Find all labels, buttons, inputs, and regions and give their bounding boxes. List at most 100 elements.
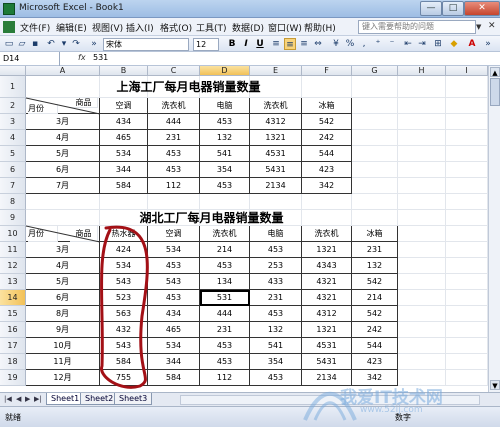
cell[interactable] [398, 162, 446, 178]
cell[interactable] [26, 194, 100, 210]
cell[interactable] [446, 354, 488, 370]
table2-value[interactable]: 453 [148, 258, 200, 274]
cell[interactable] [446, 338, 488, 354]
cell[interactable] [352, 130, 398, 146]
table1-value[interactable]: 453 [200, 178, 250, 194]
font-select[interactable]: 宋体 [103, 38, 189, 51]
table2-value[interactable]: 534 [100, 258, 148, 274]
menu-window[interactable]: 窗口(W) [268, 21, 302, 34]
column-header-d[interactable]: D [200, 66, 250, 76]
cell[interactable] [446, 76, 488, 98]
table1-value[interactable]: 434 [100, 114, 148, 130]
help-dropdown-icon[interactable]: ▼ [476, 20, 485, 34]
table2-value[interactable]: 231 [250, 290, 302, 306]
table2-value[interactable]: 543 [148, 274, 200, 290]
table2-value[interactable]: 544 [352, 338, 398, 354]
table1-value[interactable]: 1321 [250, 130, 302, 146]
formula-input[interactable]: 531 [93, 53, 108, 62]
last-sheet-icon[interactable]: ▶| [34, 395, 42, 403]
table1-value[interactable]: 5431 [250, 162, 302, 178]
table2-month[interactable]: 5月 [26, 274, 100, 290]
row-header-11[interactable]: 11 [0, 242, 26, 258]
sheet-tab-1[interactable]: Sheet1 [46, 393, 85, 405]
prev-sheet-icon[interactable]: ◀ [16, 395, 21, 403]
table2-value[interactable]: 231 [352, 242, 398, 258]
toolbar-more-icon[interactable]: » [482, 38, 494, 50]
table1-value[interactable]: 242 [302, 130, 352, 146]
cell[interactable] [446, 226, 488, 242]
cell[interactable] [446, 146, 488, 162]
cell[interactable] [446, 322, 488, 338]
table1-value[interactable]: 342 [302, 178, 352, 194]
fx-icon[interactable]: fx [78, 53, 86, 62]
borders-icon[interactable]: ⊞ [432, 38, 444, 50]
table2-value[interactable]: 344 [148, 354, 200, 370]
table2-value[interactable]: 423 [352, 354, 398, 370]
table1-value[interactable]: 132 [200, 130, 250, 146]
table1-value[interactable]: 534 [100, 146, 148, 162]
table2-value[interactable]: 4321 [302, 274, 352, 290]
table2-value[interactable]: 542 [352, 306, 398, 322]
table2-value[interactable]: 132 [352, 258, 398, 274]
table2-value[interactable]: 1321 [302, 322, 352, 338]
font-color-icon[interactable]: A [466, 38, 478, 50]
cell[interactable] [100, 194, 148, 210]
row-header-6[interactable]: 6 [0, 162, 26, 178]
row-header-2[interactable]: 2 [0, 98, 26, 114]
table1-value[interactable]: 453 [200, 114, 250, 130]
table1-value[interactable]: 344 [100, 162, 148, 178]
table1-value[interactable]: 354 [200, 162, 250, 178]
menu-view[interactable]: 视图(V) [92, 21, 123, 34]
table1-month[interactable]: 4月 [26, 130, 100, 146]
toolbar-options-icon[interactable]: » [88, 38, 100, 50]
undo-icon[interactable]: ↶ [45, 38, 57, 50]
close-button[interactable]: ✕ [464, 1, 500, 16]
table1-value[interactable]: 444 [148, 114, 200, 130]
cell[interactable] [398, 226, 446, 242]
table2-value[interactable]: 242 [352, 322, 398, 338]
maximize-button[interactable]: □ [442, 1, 464, 16]
cell[interactable] [398, 146, 446, 162]
table2-value[interactable]: 465 [148, 322, 200, 338]
row-header-3[interactable]: 3 [0, 114, 26, 130]
cell[interactable] [398, 258, 446, 274]
table2-value[interactable]: 4343 [302, 258, 352, 274]
table2-value[interactable]: 253 [250, 258, 302, 274]
italic-button[interactable]: I [240, 38, 252, 50]
table2-value[interactable]: 563 [100, 306, 148, 322]
menu-help[interactable]: 帮助(H) [304, 21, 336, 34]
minimize-button[interactable]: — [420, 1, 442, 16]
table2-month[interactable]: 9月 [26, 322, 100, 338]
table1-month[interactable]: 6月 [26, 162, 100, 178]
table2-value[interactable]: 523 [100, 290, 148, 306]
align-left-icon[interactable]: ≡ [270, 38, 282, 50]
table2-month[interactable]: 4月 [26, 258, 100, 274]
cell[interactable] [446, 178, 488, 194]
cell[interactable] [446, 114, 488, 130]
cell[interactable] [302, 194, 352, 210]
row-header-15[interactable]: 15 [0, 306, 26, 322]
cell[interactable] [446, 210, 488, 226]
column-header-i[interactable]: I [446, 66, 488, 76]
new-icon[interactable]: ▭ [3, 38, 15, 50]
cell[interactable] [446, 370, 488, 386]
table2-value[interactable]: 424 [100, 242, 148, 258]
table2-value[interactable]: 432 [100, 322, 148, 338]
cell[interactable] [200, 194, 250, 210]
row-header-10[interactable]: 10 [0, 226, 26, 242]
worksheet-grid[interactable]: A B C D E F G H I 1 2 3 4 5 6 7 8 9 10 11 12 13 14 15 16 17 18 19 上海… [0, 66, 488, 392]
table2-value[interactable]: 354 [250, 354, 302, 370]
sheet-tab-3[interactable]: Sheet3 [114, 393, 153, 405]
cell[interactable] [398, 370, 446, 386]
table2-value[interactable]: 541 [250, 338, 302, 354]
table2-value[interactable]: 214 [200, 242, 250, 258]
table2-month[interactable]: 11月 [26, 354, 100, 370]
table2-value[interactable]: 453 [250, 370, 302, 386]
table2-value[interactable]: 4321 [302, 290, 352, 306]
cell[interactable] [398, 306, 446, 322]
name-box[interactable]: D14 [0, 52, 60, 66]
column-header-c[interactable]: C [148, 66, 200, 76]
table1-value[interactable]: 544 [302, 146, 352, 162]
table2-value[interactable]: 132 [250, 322, 302, 338]
select-all-corner[interactable] [0, 66, 26, 76]
